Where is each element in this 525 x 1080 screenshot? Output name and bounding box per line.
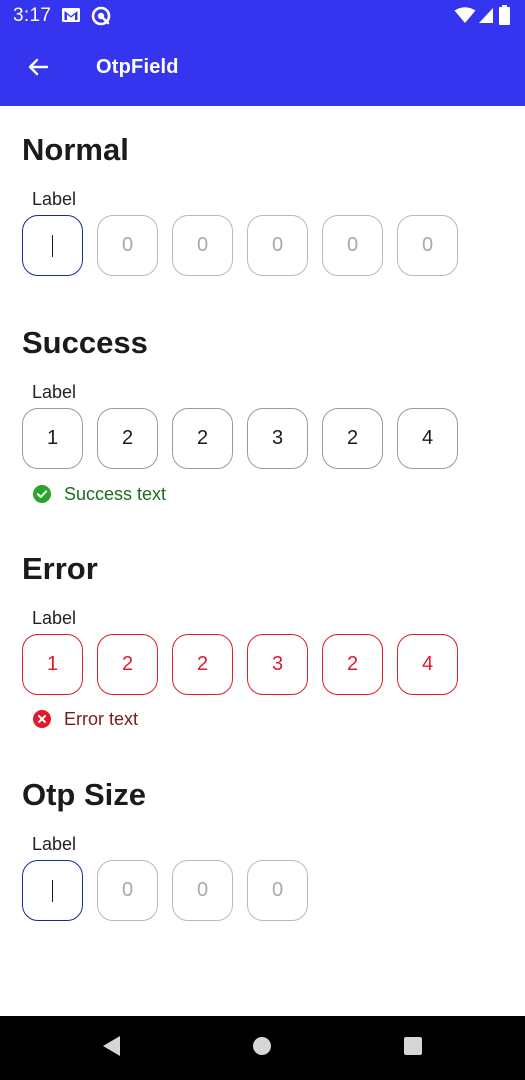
otp-digit-box[interactable] — [22, 860, 83, 921]
nav-recents-button[interactable] — [399, 1034, 427, 1062]
otp-digit: 2 — [196, 427, 209, 449]
text-cursor — [51, 879, 54, 902]
otp-digit-box[interactable]: 2 — [322, 408, 383, 469]
otp-digit-box[interactable]: 0 — [247, 215, 308, 276]
status-bar: 3:17 — [0, 0, 525, 32]
otp-label-error: Label — [32, 608, 77, 628]
nav-back-button[interactable] — [97, 1034, 125, 1062]
otp-digit-box[interactable] — [22, 215, 83, 276]
wifi-icon — [454, 7, 476, 29]
otp-label-normal: Label — [32, 189, 77, 209]
home-circle-icon — [251, 1035, 273, 1062]
success-helper: Success text — [33, 483, 166, 505]
check-circle-icon — [33, 485, 51, 503]
otp-digit-box[interactable]: 2 — [322, 634, 383, 695]
otp-digit: 2 — [196, 653, 209, 675]
app-bar: OtpField — [0, 32, 525, 106]
otp-digit: 4 — [421, 427, 434, 449]
otp-digit: 3 — [271, 653, 284, 675]
otp-digit: 0 — [121, 879, 134, 901]
gmail-icon — [61, 6, 81, 29]
otp-digit-box[interactable]: 2 — [172, 634, 233, 695]
signal-icon — [478, 7, 494, 29]
text-cursor — [51, 234, 54, 257]
nav-home-button[interactable] — [248, 1034, 276, 1062]
otp-digit: 4 — [421, 653, 434, 675]
otp-digit-box[interactable]: 0 — [172, 860, 233, 921]
arrow-back-icon — [26, 55, 50, 84]
navigation-bar — [0, 1016, 525, 1080]
section-title-otp-size: Otp Size — [22, 777, 147, 812]
otp-digit-box[interactable]: 1 — [22, 408, 83, 469]
error-text: Error text — [64, 708, 139, 729]
error-circle-icon — [33, 710, 51, 728]
otp-digit: 3 — [271, 427, 284, 449]
status-time: 3:17 — [13, 5, 52, 26]
otp-label-success: Label — [32, 382, 77, 402]
section-title-error: Error — [22, 551, 98, 586]
battery-icon — [499, 5, 510, 30]
otp-digit-box[interactable]: 2 — [172, 408, 233, 469]
otp-digit: 0 — [346, 234, 359, 256]
otp-digit: 0 — [196, 879, 209, 901]
otp-digit-box[interactable]: 1 — [22, 634, 83, 695]
otp-digit-box[interactable]: 2 — [97, 634, 158, 695]
otp-digit-box[interactable]: 0 — [322, 215, 383, 276]
otp-digit: 0 — [421, 234, 434, 256]
otp-digit: 0 — [271, 879, 284, 901]
otp-digit: 2 — [121, 427, 134, 449]
otp-digit: 2 — [121, 653, 134, 675]
otp-digit-box[interactable]: 0 — [247, 860, 308, 921]
recents-square-icon — [402, 1035, 424, 1062]
otp-digit-box[interactable]: 4 — [397, 634, 458, 695]
otp-digit-box[interactable]: 3 — [247, 408, 308, 469]
otp-digit-box[interactable]: 0 — [397, 215, 458, 276]
otp-digit-box[interactable]: 0 — [97, 215, 158, 276]
otp-digit: 0 — [196, 234, 209, 256]
app-title: OtpField — [96, 56, 179, 78]
back-button[interactable] — [14, 45, 62, 93]
sync-icon — [91, 6, 111, 31]
otp-digit: 2 — [346, 653, 359, 675]
otp-digit-box[interactable]: 0 — [172, 215, 233, 276]
back-triangle-icon — [100, 1034, 122, 1063]
otp-digit: 2 — [346, 427, 359, 449]
otp-digit: 0 — [121, 234, 134, 256]
otp-label-size: Label — [32, 834, 77, 854]
otp-digit-box[interactable]: 3 — [247, 634, 308, 695]
otp-digit-box[interactable]: 2 — [97, 408, 158, 469]
section-title-success: Success — [22, 325, 148, 360]
otp-digit: 0 — [271, 234, 284, 256]
otp-digit: 1 — [46, 427, 59, 449]
screen: 3:17 OtpField Normal Label 0 0 0 0 0 Suc… — [0, 0, 525, 1080]
error-helper: Error text — [33, 708, 138, 730]
section-title-normal: Normal — [22, 132, 129, 167]
otp-digit-box[interactable]: 4 — [397, 408, 458, 469]
otp-digit-box[interactable]: 0 — [97, 860, 158, 921]
success-text: Success text — [64, 483, 167, 504]
otp-digit: 1 — [46, 653, 59, 675]
